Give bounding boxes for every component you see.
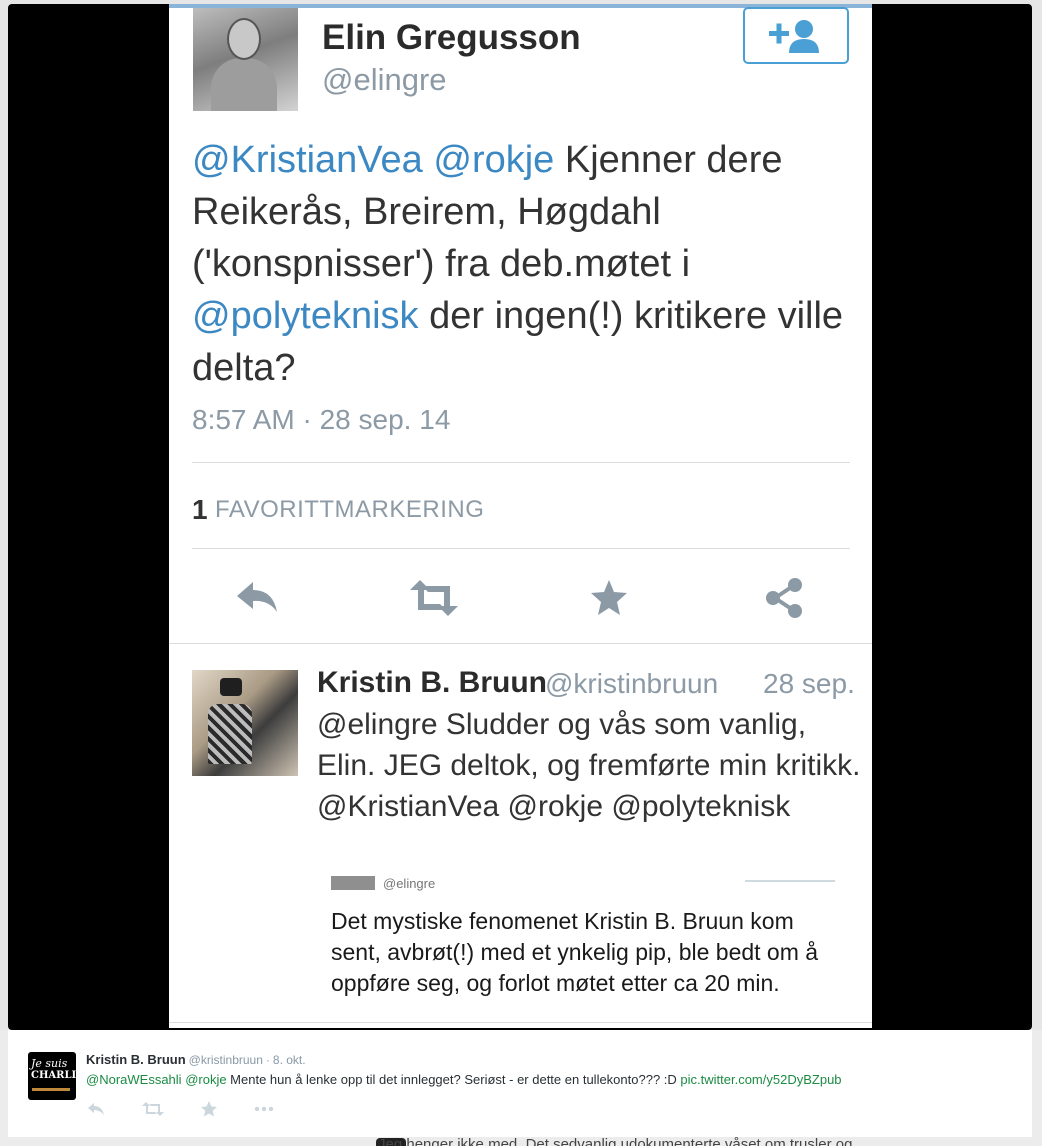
tweet-text: @NoraWEssahli @rokje Mente hun å lenke o… [86,1072,842,1087]
add-user-icon [769,20,819,53]
favorite-icon[interactable] [199,1100,219,1118]
quoted-avatar [331,876,375,890]
retweet-icon[interactable] [141,1100,165,1118]
avatar[interactable] [192,670,298,776]
favorite-count: 1 [192,494,208,525]
quoted-tweet-image: @elingre Det mystiske fenomenet Kristin … [325,876,837,1026]
retweet-icon[interactable] [406,576,458,620]
timeline-tweet[interactable]: Je suis CHARLIE Kristin B. Bruun@kristin… [8,1030,1032,1137]
author-name[interactable]: Elin Gregusson [322,18,581,58]
author-name[interactable]: Kristin B. Bruun [317,666,547,700]
more-icon[interactable] [254,1100,274,1118]
divider [192,462,850,463]
tweet-actions [86,1100,286,1120]
quoted-text: Det mystiske fenomenet Kristin B. Bruun … [331,908,819,996]
mention-link[interactable]: @NoraWEssahli [86,1072,182,1087]
tweet-date[interactable]: 8. okt. [273,1053,306,1067]
next-tweet-text: Jeg henger ikke med. Det sedvanlig udoku… [378,1136,853,1146]
favorite-icon[interactable] [583,576,635,620]
favorite-label[interactable]: FAVORITTMARKERING [215,496,484,524]
divider [192,548,850,549]
author-handle[interactable]: @kristinbruun [545,668,718,700]
reply-icon[interactable] [233,576,285,620]
divider [169,643,872,644]
avatar[interactable] [193,8,298,111]
mention-link[interactable]: @polyteknisk [192,295,419,337]
tweet-text: @KristianVea @rokje Kjenner dere Reikerå… [192,139,844,389]
reply-text: @elingre Sludder og vås som vanlig, Elin… [317,708,861,823]
tweet-date[interactable]: 28 sep. [763,668,855,700]
mention-link[interactable]: @rokje [185,1072,226,1087]
tweet-timestamp[interactable]: 8:57 AM · 28 sep. 14 [192,404,450,436]
reply-icon[interactable] [86,1100,106,1118]
share-icon[interactable] [759,576,811,620]
mention-link[interactable]: @KristianVea [192,139,423,181]
author-name[interactable]: Kristin B. Bruun [86,1052,186,1067]
media-link[interactable]: pic.twitter.com/y52DyBZpub [680,1072,841,1087]
divider [169,1022,872,1023]
author-handle[interactable]: @kristinbruun [189,1053,263,1067]
tweet-header: Kristin B. Bruun @kristinbruun · 8. okt. [86,1052,306,1067]
mention-link[interactable]: @rokje [433,139,554,181]
embedded-screenshot[interactable]: Elin Gregusson @elingre @KristianVea @ro… [169,4,872,1028]
follow-button[interactable] [743,7,849,64]
avatar[interactable]: Je suis CHARLIE [28,1052,76,1100]
author-handle[interactable]: @elingre [322,62,447,98]
quoted-handle: @elingre [383,876,436,891]
